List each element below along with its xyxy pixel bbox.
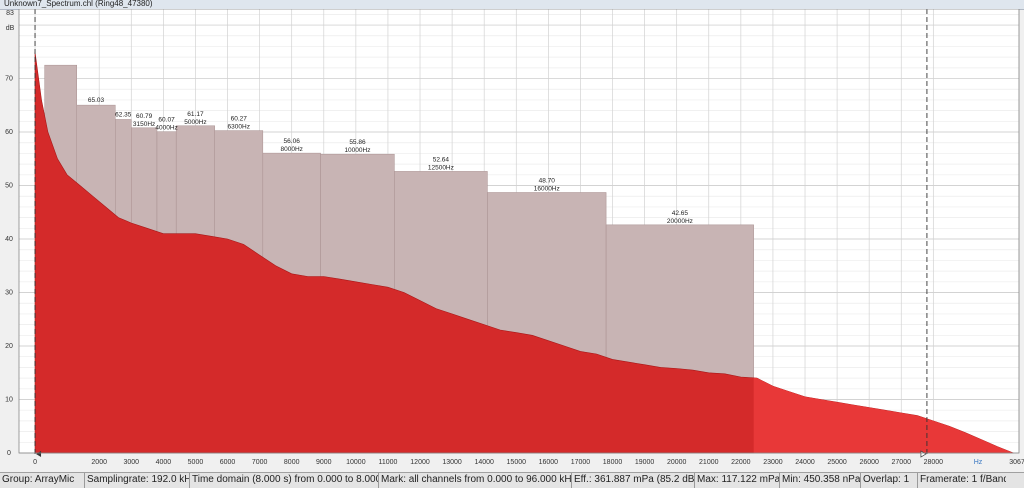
y-tick-label: 10 xyxy=(5,397,13,404)
x-tick-label: 4000 xyxy=(156,459,172,466)
band-value-label: 52.64 xyxy=(433,156,450,163)
x-tick-label: 17000 xyxy=(571,459,591,466)
x-tick-label: 23000 xyxy=(763,459,783,466)
spectrum-chart[interactable]: 0 10 20 30 40 50 60 70 83 dB 0 2000 3000 4000 5000 6000… xyxy=(0,9,1024,472)
y-max-label: 83 xyxy=(6,10,14,17)
y-tick-label: 50 xyxy=(5,183,13,190)
status-max: Max: 117.122 mPa xyxy=(695,473,780,488)
x-tick-label: 20000 xyxy=(667,459,687,466)
y-tick-label: 70 xyxy=(5,76,13,83)
x-tick-label: 14000 xyxy=(474,459,494,466)
x-tick-label: 30670 xyxy=(1009,459,1024,466)
band-value-label: 48.70 xyxy=(539,177,556,184)
band-freq-label: 16000Hz xyxy=(534,185,560,192)
y-tick-label: 0 xyxy=(7,450,11,457)
y-tick-label: 30 xyxy=(5,290,13,297)
band-value-label: 60.79 xyxy=(136,113,153,120)
band-value-label: 55.86 xyxy=(349,139,366,146)
x-tick-label: 13000 xyxy=(442,459,462,466)
x-tick-label: 8000 xyxy=(284,459,300,466)
x-tick-label: 15000 xyxy=(507,459,527,466)
x-tick-label: 18000 xyxy=(603,459,623,466)
band-freq-label: 5000Hz xyxy=(184,119,206,126)
status-framerate: Framerate: 1 f/Band xyxy=(920,474,1006,485)
x-tick-label: 25000 xyxy=(827,459,847,466)
band-freq-label: 12500Hz xyxy=(428,164,454,171)
band-freq-label: 4000Hz xyxy=(155,125,177,132)
band-value-label: 65.03 xyxy=(88,97,105,104)
window-title: Unknown7_Spectrum.chl (Ring48_47380) xyxy=(4,0,153,8)
x-tick-label: 28000 xyxy=(924,459,944,466)
status-overlap: Overlap: 1 xyxy=(861,473,918,488)
x-tick-label: 16000 xyxy=(539,459,559,466)
y-tick-label: 20 xyxy=(5,343,13,350)
x-tick-label: 19000 xyxy=(635,459,655,466)
status-samplingrate: Samplingrate: 192.0 kHz xyxy=(85,473,190,488)
status-bar: Group: ArrayMic Samplingrate: 192.0 kHz … xyxy=(0,472,1024,488)
x-unit-label: Hz xyxy=(974,459,983,466)
x-tick-label: 0 xyxy=(33,459,37,466)
x-tick-label: 12000 xyxy=(410,459,430,466)
status-mark: Mark: all channels from 0.000 to 96.000 … xyxy=(379,473,572,488)
band-value-label: 60.27 xyxy=(231,116,248,123)
x-tick-label: 6000 xyxy=(220,459,236,466)
x-tick-label: 9000 xyxy=(316,459,332,466)
y-unit-label: dB xyxy=(6,25,15,32)
band-value-label: 60.07 xyxy=(158,117,175,124)
band-freq-label: 3150Hz xyxy=(133,121,155,128)
x-tick-label: 27000 xyxy=(892,459,912,466)
band-value-label: 61.17 xyxy=(187,111,204,118)
band-value-label: 56.06 xyxy=(284,138,301,145)
band-freq-label: 10000Hz xyxy=(344,147,370,154)
x-tick-label: 10000 xyxy=(346,459,366,466)
x-tick-label: 24000 xyxy=(795,459,815,466)
x-tick-label: 26000 xyxy=(859,459,879,466)
band-freq-label: 6300Hz xyxy=(228,124,250,131)
x-tick-label: 5000 xyxy=(188,459,204,466)
x-tick-label: 3000 xyxy=(123,459,139,466)
status-min: Min: 450.358 nPa xyxy=(780,473,861,488)
x-tick-label: 11000 xyxy=(378,459,397,466)
x-tick-label: 7000 xyxy=(252,459,268,466)
x-tick-label: 21000 xyxy=(699,459,719,466)
band-value-label: 62.35 xyxy=(115,111,132,118)
x-tick-label: 2000 xyxy=(91,459,107,466)
y-tick-label: 40 xyxy=(5,236,13,243)
y-tick-label: 60 xyxy=(5,129,13,136)
band-freq-label: 20000Hz xyxy=(667,218,693,225)
status-time-domain: Time domain (8.000 s) from 0.000 to 8.00… xyxy=(190,473,379,488)
band-value-label: 42.65 xyxy=(672,210,689,217)
status-effective: Eff.: 361.887 mPa (85.2 dB) xyxy=(572,473,695,488)
band-freq-label: 8000Hz xyxy=(280,146,302,153)
x-tick-label: 22000 xyxy=(731,459,751,466)
status-group: Group: ArrayMic xyxy=(0,473,85,488)
